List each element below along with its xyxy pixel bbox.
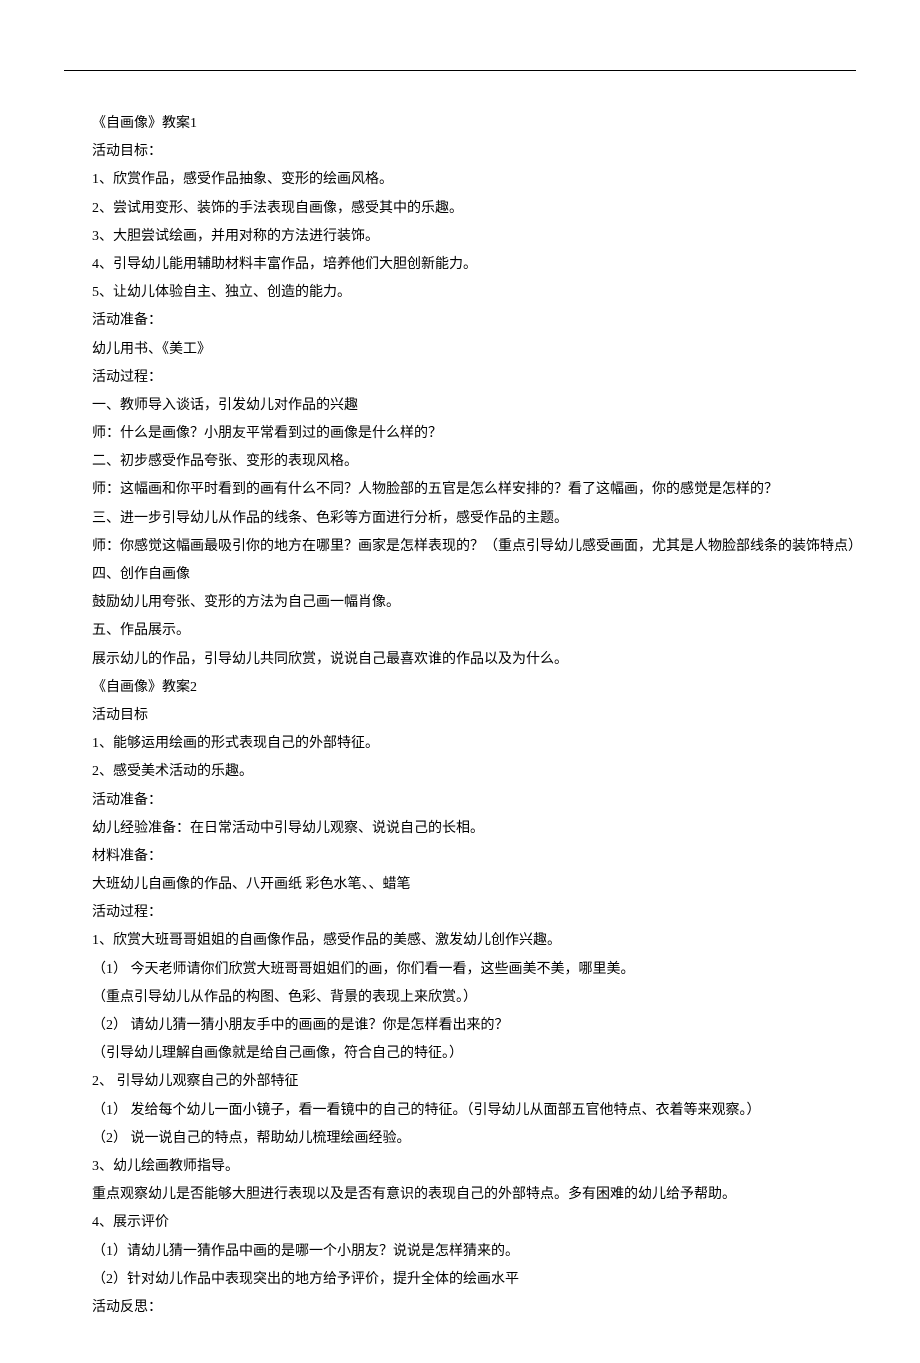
paragraph-line: 三、进一步引导幼儿从作品的线条、色彩等方面进行分析，感受作品的主题。 <box>64 506 856 531</box>
paragraph-line: 四、创作自画像 <box>64 562 856 587</box>
paragraph-line: 展示幼儿的作品，引导幼儿共同欣赏，说说自己最喜欢谁的作品以及为什么。 <box>64 647 856 672</box>
paragraph-line: 材料准备： <box>64 844 856 869</box>
paragraph-line: 3、幼儿绘画教师指导。 <box>64 1154 856 1179</box>
paragraph-line: 师：这幅画和你平时看到的画有什么不同？人物脸部的五官是怎么样安排的？看了这幅画，… <box>64 477 856 502</box>
document-page: 《自画像》教案1 活动目标： 1、欣赏作品，感受作品抽象、变形的绘画风格。 2、尝试用… <box>0 0 920 1363</box>
paragraph-line: 活动目标 <box>64 703 856 728</box>
paragraph-line: 3、大胆尝试绘画，并用对称的方法进行装饰。 <box>64 224 856 249</box>
paragraph-line: 5、让幼儿体验自主、独立、创造的能力。 <box>64 280 856 305</box>
paragraph-line: 鼓励幼儿用夸张、变形的方法为自己画一幅肖像。 <box>64 590 856 615</box>
paragraph-line: （引导幼儿理解自画像就是给自己画像，符合自己的特征。） <box>64 1041 856 1066</box>
paragraph-line: 师：你感觉这幅画最吸引你的地方在哪里？画家是怎样表现的？（重点引导幼儿感受画面，… <box>64 534 856 559</box>
paragraph-line: 师：什么是画像？小朋友平常看到过的画像是什么样的？ <box>64 421 856 446</box>
paragraph-line: （2） 说一说自己的特点，帮助幼儿梳理绘画经验。 <box>64 1126 856 1151</box>
paragraph-line: 大班幼儿自画像的作品、八开画纸 彩色水笔、、蜡笔 <box>64 872 856 897</box>
paragraph-line: 4、展示评价 <box>64 1210 856 1235</box>
paragraph-line: 幼儿用书、《美工》 <box>64 337 856 362</box>
paragraph-line: 4、引导幼儿能用辅助材料丰富作品，培养他们大胆创新能力。 <box>64 252 856 277</box>
paragraph-line: 活动准备： <box>64 308 856 333</box>
horizontal-rule <box>64 70 856 71</box>
paragraph-line: 重点观察幼儿是否能够大胆进行表现以及是否有意识的表现自己的外部特点。多有困难的幼… <box>64 1182 856 1207</box>
paragraph-line: （1） 今天老师请你们欣赏大班哥哥姐姐们的画，你们看一看，这些画美不美，哪里美。 <box>64 957 856 982</box>
paragraph-line: （重点引导幼儿从作品的构图、色彩、背景的表现上来欣赏。） <box>64 985 856 1010</box>
paragraph-line: 《自画像》教案1 <box>64 111 856 136</box>
paragraph-line: 1、欣赏大班哥哥姐姐的自画像作品，感受作品的美感、激发幼儿创作兴趣。 <box>64 928 856 953</box>
paragraph-line: 1、欣赏作品，感受作品抽象、变形的绘画风格。 <box>64 167 856 192</box>
paragraph-line: 二、初步感受作品夸张、变形的表现风格。 <box>64 449 856 474</box>
document-body: 《自画像》教案1 活动目标： 1、欣赏作品，感受作品抽象、变形的绘画风格。 2、尝试用… <box>64 111 856 1320</box>
paragraph-line: 2、感受美术活动的乐趣。 <box>64 759 856 784</box>
paragraph-line: 一、教师导入谈话，引发幼儿对作品的兴趣 <box>64 393 856 418</box>
paragraph-line: （1）请幼儿猜一猜作品中画的是哪一个小朋友？说说是怎样猜来的。 <box>64 1239 856 1264</box>
paragraph-line: 活动目标： <box>64 139 856 164</box>
paragraph-line: 五、作品展示。 <box>64 618 856 643</box>
paragraph-line: 2、 引导幼儿观察自己的外部特征 <box>64 1069 856 1094</box>
paragraph-line: 幼儿经验准备：在日常活动中引导幼儿观察、说说自己的长相。 <box>64 816 856 841</box>
paragraph-line: 《自画像》教案2 <box>64 675 856 700</box>
paragraph-line: 活动准备： <box>64 788 856 813</box>
paragraph-line: 活动过程： <box>64 365 856 390</box>
paragraph-line: 活动反思： <box>64 1295 856 1320</box>
paragraph-line: （2）针对幼儿作品中表现突出的地方给予评价，提升全体的绘画水平 <box>64 1267 856 1292</box>
paragraph-line: （2） 请幼儿猜一猜小朋友手中的画画的是谁？你是怎样看出来的？ <box>64 1013 856 1038</box>
paragraph-line: （1） 发给每个幼儿一面小镜子，看一看镜中的自己的特征。（引导幼儿从面部五官他特… <box>64 1098 856 1123</box>
paragraph-line: 1、能够运用绘画的形式表现自己的外部特征。 <box>64 731 856 756</box>
paragraph-line: 2、尝试用变形、装饰的手法表现自画像，感受其中的乐趣。 <box>64 196 856 221</box>
paragraph-line: 活动过程： <box>64 900 856 925</box>
